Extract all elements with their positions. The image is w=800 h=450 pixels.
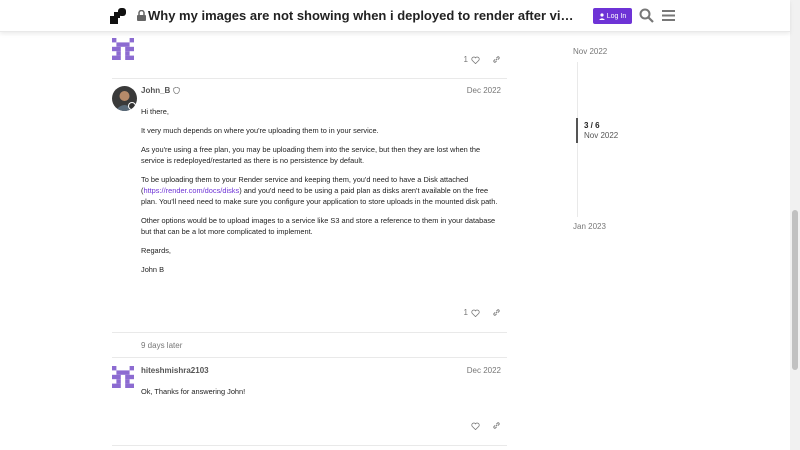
heart-icon [471, 56, 480, 64]
post-body: Hi there, It very much depends on where … [141, 106, 501, 283]
post-divider [112, 78, 507, 79]
site-logo-icon[interactable] [110, 8, 126, 24]
scrollbar-thumb[interactable] [792, 210, 798, 370]
paragraph: As you're using a free plan, you may be … [141, 145, 481, 165]
paragraph: Ok, Thanks for answering John! [141, 387, 246, 396]
like-button[interactable]: 1 [464, 55, 480, 64]
like-button[interactable]: 1 [464, 308, 480, 317]
paragraph: John B [141, 265, 165, 274]
link-icon[interactable] [492, 55, 501, 64]
post-actions: 1 [464, 55, 501, 64]
timeline-position: 3 / 6 [584, 121, 600, 130]
post-date[interactable]: Dec 2022 [467, 86, 501, 95]
paragraph: Hi there, [141, 107, 169, 116]
like-count: 1 [463, 308, 468, 317]
disks-doc-link[interactable]: https://render.com/docs/disks [143, 186, 239, 195]
paragraph: To be uploading them to your Render serv… [141, 175, 498, 206]
username[interactable]: John_B [141, 86, 180, 95]
timeline-start[interactable]: Nov 2022 [573, 47, 607, 56]
like-count: 1 [463, 55, 468, 64]
topic-title[interactable]: Why my images are not showing when i dep… [148, 8, 578, 23]
link-icon[interactable] [492, 421, 501, 430]
heart-icon [471, 309, 480, 317]
hamburger-menu-icon[interactable] [661, 8, 676, 23]
shield-icon [172, 86, 180, 95]
avatar[interactable] [112, 366, 134, 388]
lock-icon [137, 10, 146, 21]
search-icon[interactable] [639, 8, 654, 23]
post-body: Ok, Thanks for answering John! [141, 386, 501, 405]
post-1: 1 [112, 38, 507, 72]
paragraph: Regards, [141, 246, 171, 255]
link-icon[interactable] [492, 308, 501, 317]
post-divider [112, 445, 507, 446]
post-actions: 1 [464, 308, 501, 317]
login-button[interactable]: Log In [593, 8, 632, 24]
post-2: John_B Dec 2022 Hi there, It very much d… [112, 86, 507, 326]
heart-icon [471, 422, 480, 430]
username[interactable]: hiteshmishra2103 [141, 366, 209, 375]
site-header: Why my images are not showing when i dep… [0, 0, 790, 32]
post-divider [112, 357, 507, 358]
paragraph: Other options would be to upload images … [141, 216, 496, 236]
paragraph: It very much depends on where you're upl… [141, 126, 379, 135]
timeline-handle[interactable] [576, 118, 578, 143]
avatar[interactable] [112, 86, 137, 111]
avatar[interactable] [112, 38, 134, 60]
timeline-current-date: Nov 2022 [584, 131, 619, 140]
post-actions [471, 421, 501, 430]
post-divider [112, 332, 507, 333]
post-3: hiteshmishra2103 Dec 2022 Ok, Thanks for… [112, 366, 507, 441]
user-icon [598, 12, 605, 20]
time-gap-label: 9 days later [141, 341, 183, 350]
timeline-end[interactable]: Jan 2023 [573, 222, 606, 231]
login-label: Log In [606, 12, 627, 20]
like-button[interactable] [471, 422, 480, 430]
post-date[interactable]: Dec 2022 [467, 366, 501, 375]
